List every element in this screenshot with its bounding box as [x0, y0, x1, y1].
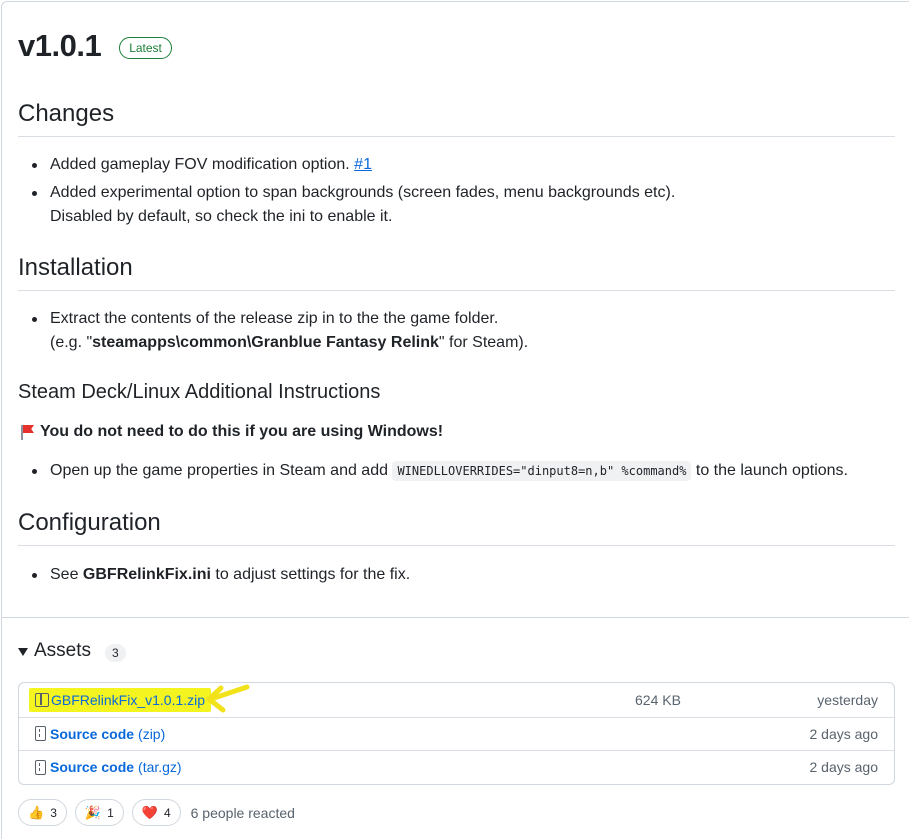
- asset-date: yesterday: [817, 691, 878, 708]
- asset-date: 2 days ago: [809, 725, 879, 742]
- configuration-heading: Configuration: [18, 509, 895, 546]
- assets-count-badge: 3: [105, 644, 126, 662]
- package-icon: [35, 692, 49, 707]
- triangle-down-icon: [18, 648, 28, 656]
- asset-row-zip-release: GBFRelinkFix_v1.0.1.zip 624 KB yesterday: [19, 683, 894, 717]
- assets-divider: [1, 617, 909, 618]
- issue-link[interactable]: #1: [354, 156, 372, 173]
- release-title-row: v1.0.1 Latest: [18, 28, 172, 64]
- changes-list: Added gameplay FOV modification option. …: [31, 153, 675, 233]
- steam-deck-heading: Steam Deck/Linux Additional Instructions: [18, 381, 381, 403]
- windows-warning: You do not need to do this if you are us…: [18, 423, 443, 441]
- annotation-arrow-icon: [206, 684, 250, 713]
- asset-link-source-targz[interactable]: Source code (tar.gz): [35, 759, 182, 775]
- red-flag-icon: [18, 423, 36, 441]
- reaction-hooray[interactable]: 🎉 1: [74, 799, 124, 826]
- list-item: Extract the contents of the release zip …: [31, 307, 528, 355]
- asset-row-source-zip: Source code (zip) 2 days ago: [19, 716, 894, 751]
- assets-title: Assets: [34, 640, 92, 661]
- list-item: Added gameplay FOV modification option. …: [31, 153, 675, 177]
- assets-list: GBFRelinkFix_v1.0.1.zip 624 KB yesterday…: [18, 682, 895, 785]
- assets-toggle[interactable]: Assets 3: [18, 640, 126, 662]
- hooray-icon: 🎉: [84, 804, 102, 820]
- steam-deck-list: Open up the game properties in Steam and…: [32, 459, 848, 487]
- reactions-bar: 👍 3 🎉 1 ❤️ 4 6 people reacted: [18, 799, 295, 826]
- asset-link-release-zip[interactable]: GBFRelinkFix_v1.0.1.zip: [29, 687, 212, 712]
- installation-list: Extract the contents of the release zip …: [31, 307, 528, 359]
- reactions-summary[interactable]: 6 people reacted: [191, 805, 295, 821]
- asset-date: 2 days ago: [809, 759, 879, 776]
- asset-link-source-zip[interactable]: Source code (zip): [35, 726, 165, 742]
- list-item: See GBFRelinkFix.ini to adjust settings …: [31, 563, 410, 587]
- reaction-thumbs-up[interactable]: 👍 3: [18, 799, 67, 826]
- configuration-list: See GBFRelinkFix.ini to adjust settings …: [31, 563, 410, 591]
- file-zip-icon: [35, 726, 46, 742]
- list-item: Added experimental option to span backgr…: [31, 181, 675, 229]
- reaction-heart[interactable]: ❤️ 4: [131, 799, 181, 826]
- installation-heading: Installation: [18, 254, 895, 291]
- thumbs-up-icon: 👍: [28, 804, 45, 820]
- release-version[interactable]: v1.0.1: [18, 28, 102, 64]
- latest-badge: Latest: [119, 37, 172, 59]
- changes-heading: Changes: [18, 100, 895, 137]
- launch-option-code: WINEDLLOVERRIDES="dinput8=n,b" %command%: [392, 461, 692, 481]
- asset-row-source-targz: Source code (tar.gz) 2 days ago: [19, 750, 894, 784]
- file-zip-icon: [35, 759, 46, 775]
- heart-icon: ❤️: [141, 804, 158, 820]
- list-item: Open up the game properties in Steam and…: [32, 459, 848, 483]
- asset-size: 624 KB: [635, 691, 681, 708]
